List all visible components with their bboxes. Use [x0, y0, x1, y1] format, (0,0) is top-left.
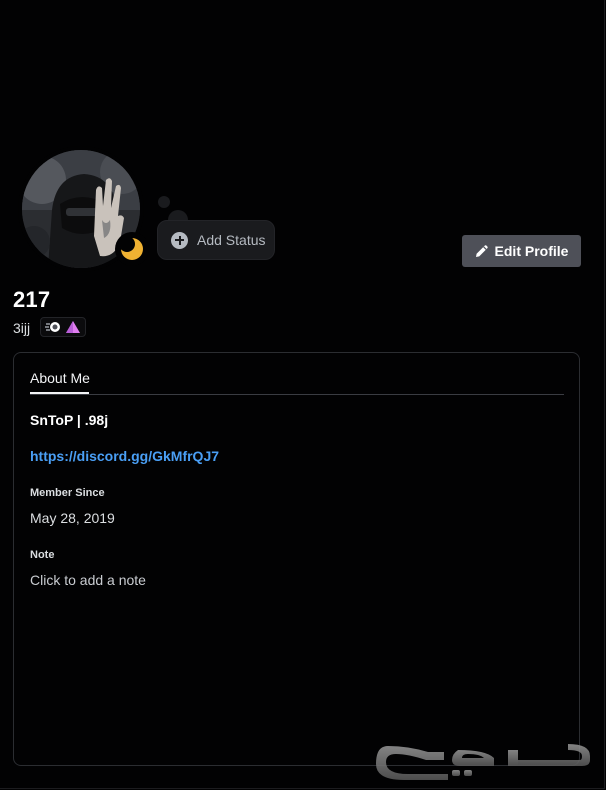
- hypesquad-icon[interactable]: [45, 320, 61, 334]
- about-card: About Me SnToP | .98j https://discord.gg…: [13, 352, 580, 766]
- avatar-container[interactable]: [18, 146, 149, 272]
- profile-page: Add Status Edit Profile 217 3ijj About M…: [0, 0, 606, 790]
- username: 3ijj: [13, 320, 31, 336]
- display-name: 217: [13, 287, 51, 312]
- note-heading: Note: [30, 549, 55, 561]
- member-since-heading: Member Since: [30, 487, 105, 499]
- add-status-button[interactable]: Add Status: [157, 220, 275, 260]
- tab-divider: [30, 394, 564, 395]
- member-since-value: May 28, 2019: [30, 510, 115, 526]
- pencil-icon: [475, 245, 488, 257]
- moon-idle-icon: [120, 237, 143, 260]
- edit-profile-label: Edit Profile: [494, 243, 569, 259]
- note-input[interactable]: Click to add a note: [30, 572, 550, 588]
- bio-invite-link[interactable]: https://discord.gg/GkMfrQJ7: [30, 448, 219, 464]
- haraj-watermark-logo: [376, 744, 590, 780]
- plus-circle-icon: [171, 231, 188, 249]
- status-indicator: [115, 232, 149, 266]
- nitro-pyramid-icon[interactable]: [65, 320, 81, 334]
- status-bubble-dot-small: [158, 196, 170, 208]
- add-status-label: Add Status: [197, 232, 266, 248]
- bio-text: SnToP | .98j: [30, 412, 109, 428]
- edit-profile-button[interactable]: Edit Profile: [462, 235, 581, 267]
- tab-about-me[interactable]: About Me: [30, 370, 90, 386]
- badge-list: [40, 317, 86, 337]
